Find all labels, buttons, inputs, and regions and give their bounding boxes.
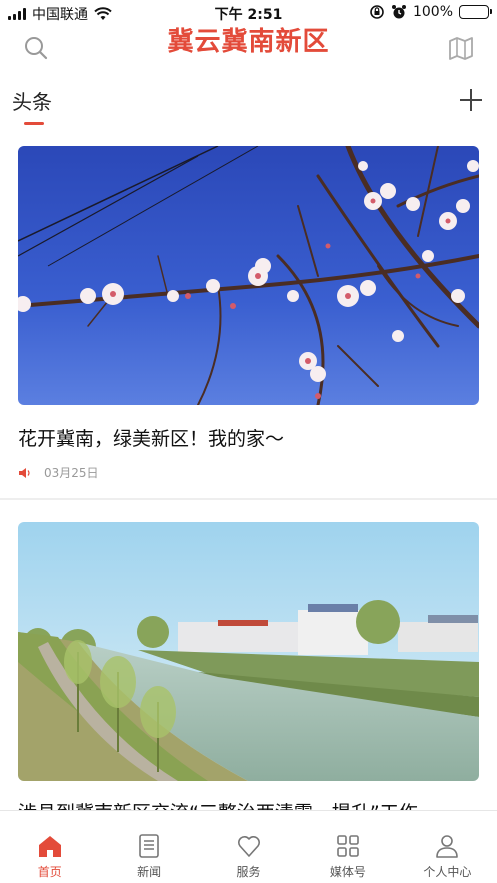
app-title: 冀云冀南新区: [167, 27, 330, 57]
nav-home[interactable]: 首页: [0, 811, 99, 883]
home-icon: [38, 836, 61, 857]
tab-headlines[interactable]: 头条: [12, 86, 52, 115]
news-feed[interactable]: 花开冀南，绿美新区！我的家～ 03月25日: [0, 146, 497, 810]
nav-service[interactable]: 服务: [199, 811, 298, 883]
channel-tabs: 头条: [0, 86, 497, 126]
battery-percent: 100%: [412, 4, 453, 20]
speaker-icon[interactable]: [18, 466, 32, 480]
feed-divider: [0, 498, 497, 500]
battery-icon: [459, 5, 492, 19]
nav-label-news: 新闻: [137, 865, 162, 879]
article-title[interactable]: 花开冀南，绿美新区！我的家～: [18, 424, 479, 451]
article-meta: 03月25日: [18, 464, 99, 481]
alarm-icon: [391, 5, 406, 19]
blossom-photo: [18, 146, 479, 405]
nav-label-home: 首页: [37, 865, 62, 879]
tab-active-indicator: [24, 122, 44, 125]
add-channel-button[interactable]: [459, 88, 483, 112]
news-icon: [139, 834, 159, 858]
article-image[interactable]: [18, 522, 479, 781]
nav-label-profile: 个人中心: [423, 865, 472, 879]
nav-profile[interactable]: 个人中心: [398, 811, 497, 883]
river-photo: [18, 522, 479, 781]
orientation-lock-icon: [370, 5, 384, 19]
nav-label-service: 服务: [236, 865, 261, 879]
nav-media[interactable]: 媒体号: [298, 811, 397, 883]
nav-news[interactable]: 新闻: [99, 811, 198, 883]
nav-label-media: 媒体号: [329, 865, 366, 879]
grid-icon: [337, 835, 359, 857]
heart-icon: [237, 836, 260, 857]
map-icon[interactable]: [447, 34, 475, 62]
user-icon: [436, 835, 459, 858]
article-image[interactable]: [18, 146, 479, 405]
article-date: 03月25日: [44, 466, 99, 480]
article-title[interactable]: 涉县到冀南新区交流“三整治两清零一提升”工作: [18, 798, 479, 810]
bottom-nav: 首页 新闻 服务 媒体号 个人中心: [0, 810, 497, 883]
status-bar: 中国联通 下午 2:51 100%: [0, 0, 497, 26]
app-header: 冀云冀南新区: [0, 26, 497, 72]
status-right: 100%: [369, 4, 492, 20]
